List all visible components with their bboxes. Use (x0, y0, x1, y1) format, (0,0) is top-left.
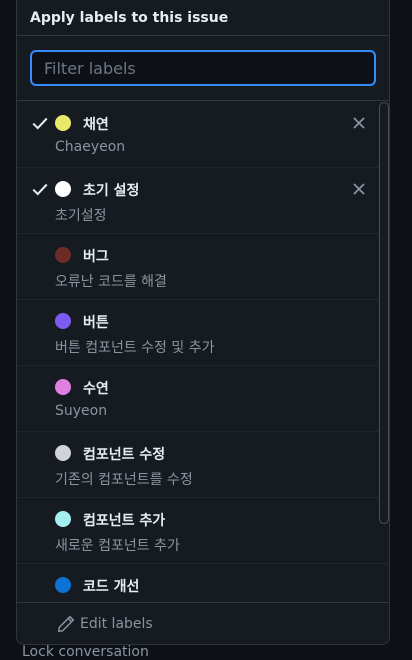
pencil-icon (57, 615, 75, 633)
label-description: 버튼 컴포넌트 수정 및 추가 (55, 340, 215, 356)
label-item-code-improvement[interactable]: 코드 개선 (17, 564, 389, 602)
label-description: 초기설정 (55, 208, 107, 224)
label-item-component-edit[interactable]: 컴포넌트 수정 기존의 컴포넌트를 수정 (17, 432, 389, 498)
label-color-dot (55, 115, 71, 131)
label-name: 버튼 (83, 315, 109, 331)
label-item-initial-setup[interactable]: 초기 설정 초기설정 (17, 168, 389, 234)
filter-container (17, 36, 389, 101)
label-description: Chaeyeon (55, 139, 126, 155)
list-scrollbar[interactable] (379, 102, 389, 524)
label-name: 코드 개선 (83, 579, 140, 595)
close-icon[interactable] (351, 115, 367, 131)
label-description: 기존의 컴포넌트를 수정 (55, 472, 193, 488)
edit-labels-text: Edit labels (80, 615, 153, 632)
label-name: 컴포넌트 수정 (83, 447, 166, 463)
dropdown-title: Apply labels to this issue (17, 0, 389, 36)
label-color-dot (55, 577, 71, 593)
label-item-suyeon[interactable]: 수연 Suyeon (17, 366, 389, 432)
edit-labels-link[interactable]: Edit labels (17, 602, 389, 644)
label-color-dot (55, 511, 71, 527)
label-item-bug[interactable]: 버그 오류난 코드를 해결 (17, 234, 389, 300)
label-name: 수연 (83, 381, 109, 397)
label-description: Suyeon (55, 403, 108, 419)
label-name: 초기 설정 (83, 183, 140, 199)
check-icon (32, 183, 48, 196)
filter-labels-input[interactable] (30, 50, 376, 86)
label-item-component-add[interactable]: 컴포넌트 추가 새로운 컴포넌트 추가 (17, 498, 389, 564)
lock-conversation-link: Lock conversation (22, 644, 149, 660)
label-picker-dropdown: Apply labels to this issue 채연 Chaeyeon 초… (16, 0, 390, 645)
label-color-dot (55, 445, 71, 461)
close-icon[interactable] (351, 181, 367, 197)
check-icon (32, 117, 48, 130)
label-list: 채연 Chaeyeon 초기 설정 초기설정 버그 오류난 코드를 해결 버튼 … (17, 102, 389, 602)
label-color-dot (55, 313, 71, 329)
label-name: 버그 (83, 249, 109, 265)
label-item-chaeyeon[interactable]: 채연 Chaeyeon (17, 102, 389, 168)
label-color-dot (55, 247, 71, 263)
label-description: 새로운 컴포넌트 추가 (55, 538, 180, 554)
label-color-dot (55, 181, 71, 197)
label-item-button[interactable]: 버튼 버튼 컴포넌트 수정 및 추가 (17, 300, 389, 366)
label-name: 컴포넌트 추가 (83, 513, 166, 529)
label-color-dot (55, 379, 71, 395)
label-description: 오류난 코드를 해결 (55, 274, 167, 290)
label-name: 채연 (83, 117, 109, 133)
